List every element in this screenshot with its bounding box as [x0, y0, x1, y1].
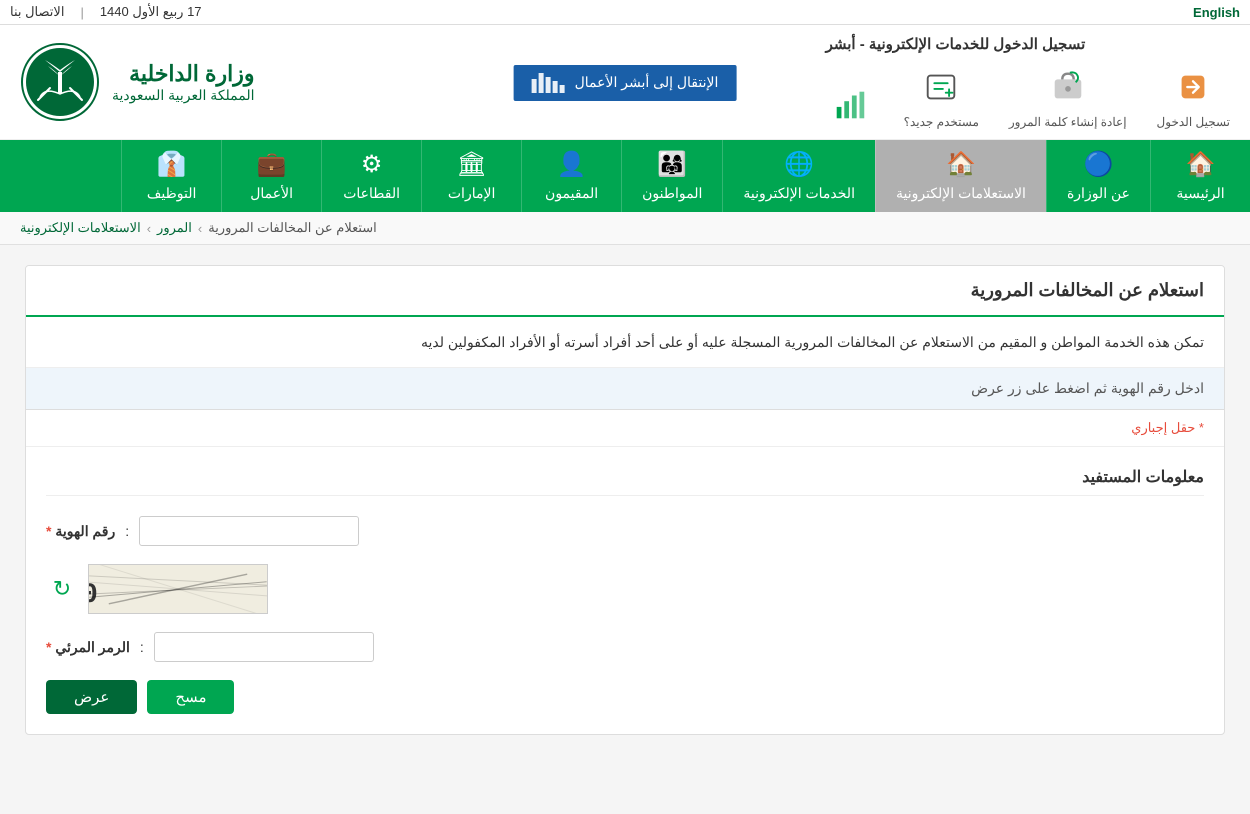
svg-text:4050: 4050 — [89, 580, 104, 611]
nav-item-about[interactable]: 🔵 عن الوزارة — [1046, 140, 1150, 212]
nav-label-emirates: الإمارات — [448, 185, 495, 202]
nav-label-about: عن الوزارة — [1067, 185, 1130, 202]
breadcrumb-inquiries[interactable]: الاستعلامات الإلكترونية — [20, 220, 141, 236]
logo-text: وزارة الداخلية المملكة العربية السعودية — [112, 61, 255, 104]
page-title-bar: استعلام عن المخالفات المرورية — [26, 266, 1224, 317]
page-title: استعلام عن المخالفات المرورية — [46, 280, 1204, 301]
id-number-label: رقم الهوية * — [46, 523, 115, 540]
top-bar: English 17 ربيع الأول 1440 | الاتصال بنا — [0, 0, 1250, 25]
logo-emblem — [20, 42, 100, 122]
id-colon: : — [125, 523, 129, 539]
nav-label-business: الأعمال — [250, 185, 293, 202]
header: تسجيل الدخول للخدمات الإلكترونية - أبشر … — [0, 25, 1250, 140]
visual-code-label-text: الرمر المرئي — [55, 639, 130, 655]
visual-code-label: الرمر المرئي * — [46, 639, 130, 656]
captcha-image: 4050 — [88, 564, 268, 614]
top-bar-left: English — [1193, 5, 1240, 20]
reset-password-icon — [1044, 63, 1092, 111]
info-text: تمكن هذه الخدمة المواطن و المقيم من الاس… — [46, 331, 1204, 353]
nav-label-sectors: القطاعات — [343, 185, 400, 202]
business-icon: 💼 — [257, 150, 287, 179]
form-buttons: مسح عرض — [46, 680, 1204, 714]
nav-bar: 🏠 الرئيسية 🔵 عن الوزارة 🏠 الاستعلامات ال… — [0, 140, 1250, 212]
header-icons-list: تسجيل الدخول إعادة إنشاء — [826, 63, 1230, 129]
nav-label-services: الخدمات الإلكترونية — [743, 185, 855, 202]
login-icon — [1169, 63, 1217, 111]
business-banner[interactable]: الإنتقال إلى أبشر الأعمال — [514, 65, 737, 101]
header-title: تسجيل الدخول للخدمات الإلكترونية - أبشر — [826, 35, 1086, 53]
new-user-label: مستخدم جديد؟ — [904, 115, 979, 129]
home-icon: 🏠 — [1186, 150, 1216, 179]
nav-label-home: الرئيسية — [1176, 185, 1224, 202]
country-name: المملكة العربية السعودية — [112, 87, 255, 104]
breadcrumb: استعلام عن المخالفات المرورية › المرور ›… — [0, 212, 1250, 245]
id-number-input[interactable] — [139, 516, 359, 546]
header-icons-area: تسجيل الدخول للخدمات الإلكترونية - أبشر … — [826, 35, 1230, 129]
captcha-svg: 4050 — [89, 564, 267, 614]
required-note-text: * حقل إجباري — [1131, 420, 1204, 435]
nav-label-jobs: التوظيف — [147, 185, 196, 202]
breadcrumb-sep1: › — [198, 221, 202, 236]
sectors-icon: ⚙ — [361, 150, 383, 179]
breadcrumb-traffic[interactable]: المرور — [157, 220, 192, 236]
business-banner-text: الإنتقال إلى أبشر الأعمال — [575, 74, 719, 91]
view-button[interactable]: عرض — [46, 680, 137, 714]
nav-label-residents: المقيمون — [545, 185, 598, 202]
nav-item-services[interactable]: 🌐 الخدمات الإلكترونية — [722, 140, 875, 212]
new-user-icon-item[interactable]: مستخدم جديد؟ — [904, 63, 979, 129]
info-bar: تمكن هذه الخدمة المواطن و المقيم من الاس… — [26, 317, 1224, 368]
about-icon: 🔵 — [1084, 150, 1114, 179]
instruction-text: ادخل رقم الهوية ثم اضغط على ‎زر عرض — [971, 380, 1204, 396]
logo-area: وزارة الداخلية المملكة العربية السعودية — [20, 42, 255, 122]
captcha-row: 4050 ↻ — [46, 564, 1204, 614]
english-link[interactable]: English — [1193, 5, 1240, 20]
stats-icon-item[interactable] — [826, 81, 874, 129]
reset-password-label: إعادة إنشاء كلمة المرور — [1009, 115, 1127, 129]
stats-icon — [826, 81, 874, 129]
clear-button[interactable]: مسح — [147, 680, 234, 714]
reset-password-icon-item[interactable]: إعادة إنشاء كلمة المرور — [1009, 63, 1127, 129]
residents-icon: 👤 — [557, 150, 587, 179]
nav-item-residents[interactable]: 👤 المقيمون — [521, 140, 621, 212]
breadcrumb-sep2: › — [147, 221, 151, 236]
nav-item-emirates[interactable]: 🏛 الإمارات — [421, 140, 521, 212]
business-banner-icon — [532, 73, 565, 93]
date-label: 17 ربيع الأول 1440 — [100, 4, 202, 20]
ministry-name: وزارة الداخلية — [112, 61, 255, 87]
visual-required-star: * — [46, 639, 51, 655]
required-note-bar: * حقل إجباري — [26, 410, 1224, 447]
id-number-row: : رقم الهوية * — [46, 516, 1204, 546]
nav-item-sectors[interactable]: ⚙ القطاعات — [321, 140, 421, 212]
nav-item-jobs[interactable]: 👔 التوظيف — [121, 140, 221, 212]
nav-item-citizens[interactable]: 👨‍👩‍👧 المواطنون — [621, 140, 722, 212]
breadcrumb-current: استعلام عن المخالفات المرورية — [208, 220, 377, 236]
new-user-icon — [917, 63, 965, 111]
jobs-icon: 👔 — [157, 150, 187, 179]
services-icon: 🌐 — [784, 150, 814, 179]
nav-label-citizens: المواطنون — [642, 185, 702, 202]
id-number-label-text: رقم الهوية — [55, 523, 115, 539]
top-bar-right: 17 ربيع الأول 1440 | الاتصال بنا — [10, 4, 202, 20]
nav-item-business[interactable]: 💼 الأعمال — [221, 140, 321, 212]
refresh-captcha-button[interactable]: ↻ — [46, 573, 78, 605]
visual-code-row: : الرمر المرئي * — [46, 632, 1204, 662]
visual-code-input[interactable] — [154, 632, 374, 662]
login-icon-item[interactable]: تسجيل الدخول — [1157, 63, 1230, 129]
visual-colon: : — [140, 639, 144, 655]
contact-label[interactable]: الاتصال بنا — [10, 4, 64, 20]
nav-item-inquiries[interactable]: 🏠 الاستعلامات الإلكترونية — [875, 140, 1046, 212]
login-label: تسجيل الدخول — [1157, 115, 1230, 129]
main-content: استعلام عن المخالفات المرورية تمكن هذه ا… — [25, 265, 1225, 735]
emirates-icon: 🏛 — [456, 150, 486, 179]
nav-item-home[interactable]: 🏠 الرئيسية — [1150, 140, 1250, 212]
citizens-icon: 👨‍👩‍👧 — [657, 150, 687, 179]
form-section-title: معلومات المستفيد — [46, 467, 1204, 496]
inquiries-icon: 🏠 — [946, 150, 976, 179]
id-required-star: * — [46, 523, 51, 539]
nav-label-inquiries: الاستعلامات الإلكترونية — [896, 185, 1026, 202]
separator: | — [80, 5, 83, 20]
instruction-bar: ادخل رقم الهوية ثم اضغط على ‎زر عرض — [26, 368, 1224, 410]
form-section: معلومات المستفيد : رقم الهوية * — [26, 447, 1224, 734]
